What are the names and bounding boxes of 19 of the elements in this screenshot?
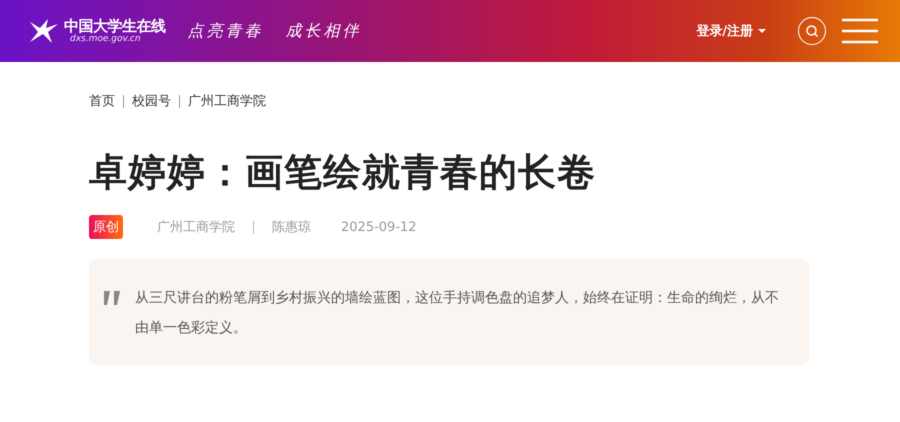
quote-mark-icon [103,291,123,307]
star-logo-icon [28,18,60,44]
article-date: 2025-09-12 [341,220,417,234]
login-link[interactable]: 登录/注册 [696,22,766,40]
slogan: 成长相伴 [286,20,362,42]
article-author: 陈惠琼 [272,219,311,236]
breadcrumb-link[interactable]: 首页 [89,92,115,110]
logo-title: 中国大学生在线 [64,18,166,34]
menu-icon[interactable] [842,18,878,44]
article-title: 卓婷婷：画笔绘就青春的长卷 [89,149,597,196]
search-icon [805,24,819,38]
logo-url: dxs.moe.gov.cn [70,34,142,44]
breadcrumb-link[interactable]: 广州工商学院 [179,94,266,108]
slogan: 点亮青春 [188,20,264,42]
search-button[interactable] [798,17,826,45]
breadcrumb-link[interactable]: 校园号 [123,94,171,108]
original-badge: 原创 [89,215,123,239]
caret-icon [758,29,766,33]
summary-text: 从三尺讲台的粉笔屑到乡村振兴的墙绘蓝图，这位手持调色盘的追梦人，始终在证明：生命的绚烂，从不由单一色彩定义。 [135,289,779,338]
